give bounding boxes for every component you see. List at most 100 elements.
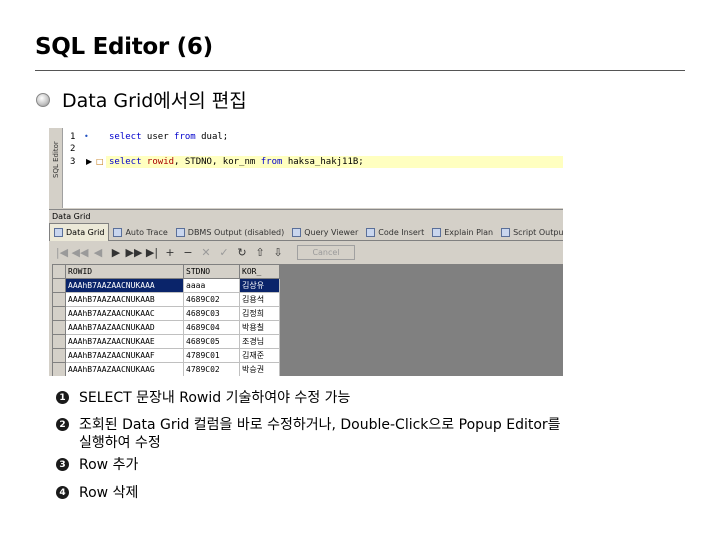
code-text: user <box>141 132 175 142</box>
table-row[interactable]: AAAhB7AAZAACNUKAAB 4689C02 김용석 <box>52 292 280 307</box>
column-header-kor[interactable]: KOR_ <box>239 264 280 279</box>
row-header[interactable] <box>52 362 66 376</box>
line-gutter: 1 2 3 • ▶ □ <box>64 128 106 208</box>
first-icon[interactable]: |◀ <box>53 246 71 259</box>
tab-label: Explain Plan <box>444 227 494 237</box>
grid-empty-area <box>271 264 563 376</box>
data-grid-caption: Data Grid <box>49 209 563 222</box>
step-item: 2 조회된 Data Grid 컬럼을 바로 수정하거나, Double-Cli… <box>56 416 656 452</box>
table-header-row: ROWID STDNO KOR_ <box>52 264 280 279</box>
tab-query-viewer[interactable]: Query Viewer <box>288 223 362 241</box>
post-icon[interactable]: ✓ <box>215 246 233 259</box>
row-header[interactable] <box>52 292 66 307</box>
table-cell[interactable]: 조경님 <box>239 334 280 349</box>
table-cell[interactable]: 4689C03 <box>183 306 240 321</box>
fold-box-icon[interactable]: □ <box>96 157 104 166</box>
code-text: dual; <box>195 132 229 142</box>
title-divider <box>35 70 685 71</box>
table-cell[interactable]: 4689C05 <box>183 334 240 349</box>
table-cell[interactable]: AAAhB7AAZAACNUKAAD <box>65 320 184 335</box>
step-item: 4 Row 삭제 <box>56 484 656 502</box>
table-cell[interactable]: 김정희 <box>239 306 280 321</box>
table-row[interactable]: AAAhB7AAZAACNUKAAA aaaa 김상유 <box>52 278 280 293</box>
table-row[interactable]: AAAhB7AAZAACNUKAAC 4689C03 김정희 <box>52 306 280 321</box>
table-cell[interactable]: 4689C04 <box>183 320 240 335</box>
column-header-stdno[interactable]: STDNO <box>183 264 240 279</box>
row-header-corner[interactable] <box>52 264 66 279</box>
import-icon[interactable]: ⇩ <box>269 246 287 259</box>
row-header[interactable] <box>52 320 66 335</box>
table-cell[interactable]: 4789C01 <box>183 348 240 363</box>
last-icon[interactable]: ▶| <box>143 246 161 259</box>
step-item: 3 Row 추가 <box>56 456 656 474</box>
table-cell[interactable]: AAAhB7AAZAACNUKAAC <box>65 306 184 321</box>
row-header[interactable] <box>52 306 66 321</box>
slide-title: SQL Editor (6) <box>35 34 213 60</box>
viewer-icon <box>292 227 302 237</box>
step-number-badge: 1 <box>56 391 69 404</box>
tab-label: Data Grid <box>66 228 105 237</box>
sql-editor-pane[interactable]: SQL Editor 1 2 3 • ▶ □ select user from … <box>49 128 563 208</box>
step-text: Row 추가 <box>79 457 139 473</box>
code-line-3[interactable]: select rowid, STDNO, kor_nm from haksa_h… <box>109 157 364 167</box>
tab-script-output[interactable]: Script Output <box>497 223 563 241</box>
step-text: SELECT 문장내 Rowid 기술하여야 수정 가능 <box>79 390 351 406</box>
current-line-arrow-icon: ▶ <box>86 157 93 166</box>
cancel-button[interactable]: Cancel <box>297 244 355 260</box>
prev-page-icon[interactable]: ◀◀ <box>71 246 89 259</box>
next-icon[interactable]: ▶ <box>107 246 125 259</box>
bullet-text: Data Grid에서의 편집 <box>62 90 247 112</box>
table-row[interactable]: AAAhB7AAZAACNUKAAG 4789C02 박승권 <box>52 362 280 376</box>
tab-code-insert[interactable]: Code Insert <box>362 223 428 241</box>
keyword: from <box>260 157 283 167</box>
output-icon <box>175 227 185 237</box>
side-tab-sql-editor[interactable]: SQL Editor <box>50 132 62 188</box>
row-header[interactable] <box>52 334 66 349</box>
table-cell[interactable]: 김용석 <box>239 292 280 307</box>
table-cell[interactable]: 김재준 <box>239 348 280 363</box>
plan-icon <box>432 227 442 237</box>
tab-data-grid[interactable]: Data Grid <box>49 223 110 241</box>
table-cell[interactable]: 김상유 <box>239 278 280 293</box>
table-cell[interactable]: 박용칠 <box>239 320 280 335</box>
table-cell[interactable]: AAAhB7AAZAACNUKAAB <box>65 292 184 307</box>
table-cell[interactable]: AAAhB7AAZAACNUKAAF <box>65 348 184 363</box>
table-cell[interactable]: AAAhB7AAZAACNUKAAG <box>65 362 184 376</box>
export-icon[interactable]: ⇧ <box>251 246 269 259</box>
tab-auto-trace[interactable]: Auto Trace <box>109 223 171 241</box>
cancel-edit-icon[interactable]: ✕ <box>197 246 215 259</box>
bullet-icon <box>36 92 50 107</box>
grid-icon <box>54 228 63 237</box>
keyword: select <box>109 132 142 142</box>
row-header[interactable] <box>52 278 66 293</box>
table-row[interactable]: AAAhB7AAZAACNUKAAF 4789C01 김재준 <box>52 348 280 363</box>
line-number: 3 <box>70 157 76 167</box>
column-header-rowid[interactable]: ROWID <box>65 264 184 279</box>
trace-icon <box>113 227 123 237</box>
line-number: 1 <box>70 132 76 142</box>
table-cell[interactable]: aaaa <box>183 278 240 293</box>
refresh-icon[interactable]: ↻ <box>233 246 251 259</box>
script-icon <box>501 227 511 237</box>
table-cell[interactable]: 4689C02 <box>183 292 240 307</box>
table-row[interactable]: AAAhB7AAZAACNUKAAD 4689C04 박용칠 <box>52 320 280 335</box>
tab-explain-plan[interactable]: Explain Plan <box>428 223 497 241</box>
prev-icon[interactable]: ◀ <box>89 246 107 259</box>
data-grid-table: ROWID STDNO KOR_ AAAhB7AAZAACNUKAAA aaaa… <box>52 264 280 376</box>
add-row-icon[interactable]: + <box>161 246 179 259</box>
editor-side-strip: SQL Editor <box>49 128 63 208</box>
row-header[interactable] <box>52 348 66 363</box>
table-cell[interactable]: 4789C02 <box>183 362 240 376</box>
tab-dbms-output[interactable]: DBMS Output (disabled) <box>172 223 288 241</box>
table-cell[interactable]: 박승권 <box>239 362 280 376</box>
code-text: rowid <box>141 157 175 167</box>
code-line-1[interactable]: select user from dual; <box>109 132 228 142</box>
table-cell[interactable]: AAAhB7AAZAACNUKAAE <box>65 334 184 349</box>
grid-toolbar: |◀ ◀◀ ◀ ▶ ▶▶ ▶| + − ✕ ✓ ↻ ⇧ ⇩ Cancel <box>49 242 563 262</box>
next-page-icon[interactable]: ▶▶ <box>125 246 143 259</box>
delete-row-icon[interactable]: − <box>179 246 197 259</box>
tab-label: Code Insert <box>378 227 425 237</box>
step-text: Row 삭제 <box>79 485 139 501</box>
table-row[interactable]: AAAhB7AAZAACNUKAAE 4689C05 조경님 <box>52 334 280 349</box>
table-cell[interactable]: AAAhB7AAZAACNUKAAA <box>65 278 184 293</box>
